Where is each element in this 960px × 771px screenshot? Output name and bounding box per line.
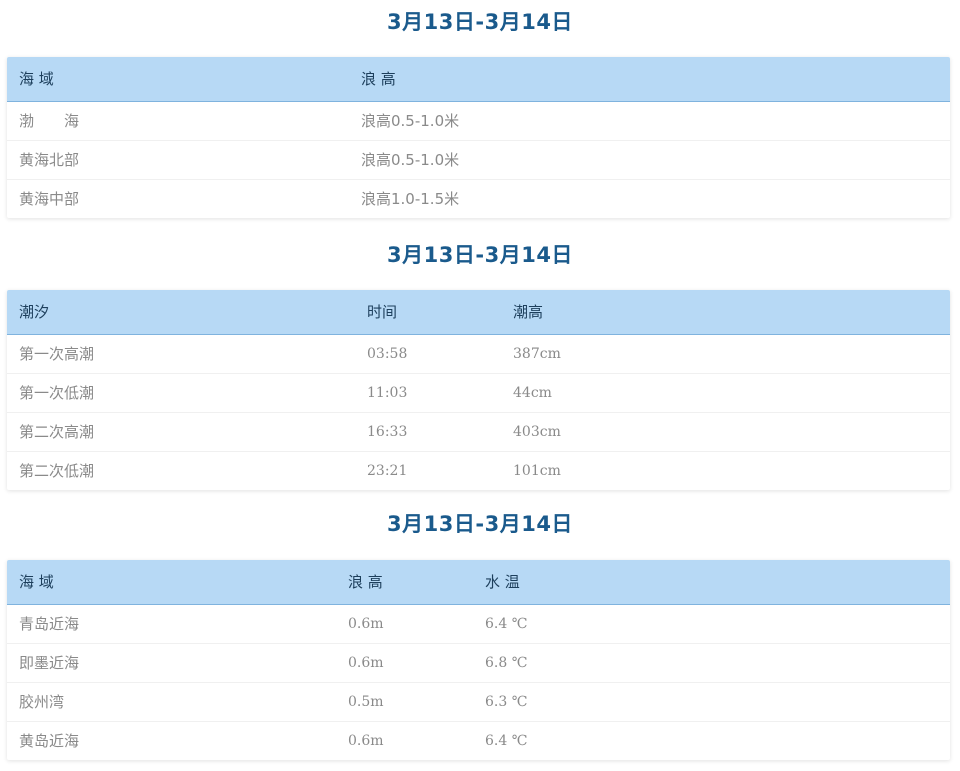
header-sea-area: 海 域	[19, 70, 54, 88]
coastal-table: 海 域 浪 高 水 温 青岛近海 0.6m 6.4 ℃ 即墨近海 0.6m 6.…	[7, 560, 950, 760]
table-row: 青岛近海 0.6m 6.4 ℃	[7, 605, 950, 644]
cell-sea-area: 即墨近海	[19, 654, 80, 672]
header-water-temp: 水 温	[485, 573, 520, 591]
header-time: 时间	[367, 303, 398, 321]
cell-wave-height: 0.5m	[348, 694, 384, 710]
table-header: 海 域 浪 高	[7, 57, 950, 102]
wave-height-table: 海 域 浪 高 渤 海 浪高0.5-1.0米 黄海北部 浪高0.5-1.0米 黄…	[7, 57, 950, 218]
table-header: 潮汐 时间 潮高	[7, 290, 950, 335]
table-row: 第一次高潮 03:58 387cm	[7, 335, 950, 374]
table-row: 黄岛近海 0.6m 6.4 ℃	[7, 722, 950, 760]
table-row: 即墨近海 0.6m 6.8 ℃	[7, 644, 950, 683]
cell-water-temp: 6.3 ℃	[485, 694, 528, 710]
cell-time: 11:03	[367, 385, 408, 401]
table-header: 海 域 浪 高 水 温	[7, 560, 950, 605]
cell-tide-height: 403cm	[513, 424, 561, 440]
table-row: 渤 海 浪高0.5-1.0米	[7, 102, 950, 141]
cell-time: 03:58	[367, 346, 408, 362]
cell-tide: 第二次低潮	[19, 462, 95, 480]
cell-sea-area: 青岛近海	[19, 615, 80, 633]
cell-sea-area: 黄海中部	[19, 190, 80, 208]
cell-wave-height: 0.6m	[348, 616, 384, 632]
cell-time: 16:33	[367, 424, 408, 440]
cell-wave-height: 浪高1.0-1.5米	[361, 190, 460, 208]
header-tide-height: 潮高	[513, 303, 544, 321]
cell-wave-height: 0.6m	[348, 655, 384, 671]
table-row: 第二次高潮 16:33 403cm	[7, 413, 950, 452]
table-row: 第二次低潮 23:21 101cm	[7, 452, 950, 490]
section-title-wave: 3月13日-3月14日	[387, 10, 573, 34]
header-wave-height: 浪 高	[348, 573, 383, 591]
cell-tide: 第一次高潮	[19, 345, 95, 363]
cell-sea-area: 黄岛近海	[19, 732, 80, 750]
header-wave-height: 浪 高	[361, 70, 396, 88]
table-row: 黄海中部 浪高1.0-1.5米	[7, 180, 950, 218]
cell-water-temp: 6.4 ℃	[485, 733, 528, 749]
cell-tide-height: 44cm	[513, 385, 552, 401]
cell-tide-height: 101cm	[513, 463, 561, 479]
cell-wave-height: 浪高0.5-1.0米	[361, 112, 460, 130]
cell-time: 23:21	[367, 463, 408, 479]
cell-wave-height: 浪高0.5-1.0米	[361, 151, 460, 169]
cell-sea-area: 黄海北部	[19, 151, 80, 169]
cell-sea-area: 渤 海	[19, 112, 80, 130]
cell-wave-height: 0.6m	[348, 733, 384, 749]
tide-table: 潮汐 时间 潮高 第一次高潮 03:58 387cm 第一次低潮 11:03 4…	[7, 290, 950, 490]
section-title-coastal: 3月13日-3月14日	[387, 512, 573, 536]
table-row: 第一次低潮 11:03 44cm	[7, 374, 950, 413]
table-row: 黄海北部 浪高0.5-1.0米	[7, 141, 950, 180]
cell-tide: 第一次低潮	[19, 384, 95, 402]
cell-sea-area: 胶州湾	[19, 693, 65, 711]
cell-tide-height: 387cm	[513, 346, 561, 362]
cell-tide: 第二次高潮	[19, 423, 95, 441]
cell-water-temp: 6.8 ℃	[485, 655, 528, 671]
table-row: 胶州湾 0.5m 6.3 ℃	[7, 683, 950, 722]
header-sea-area: 海 域	[19, 573, 54, 591]
cell-water-temp: 6.4 ℃	[485, 616, 528, 632]
header-tide: 潮汐	[19, 303, 50, 321]
section-title-tide: 3月13日-3月14日	[387, 243, 573, 267]
